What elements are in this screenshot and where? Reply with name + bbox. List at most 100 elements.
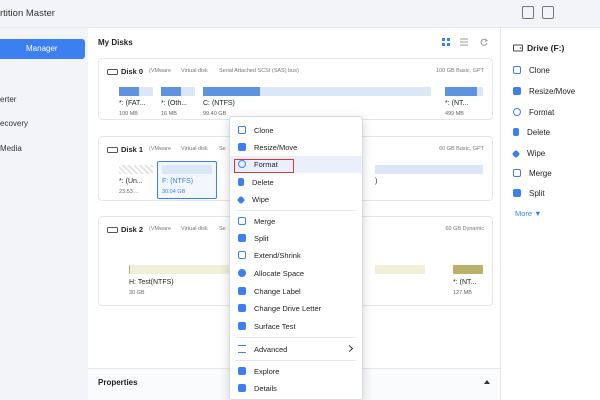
action-wipe[interactable]: Wipe xyxy=(511,149,545,159)
menu-item-label: Surface Test xyxy=(254,322,296,331)
format-highlight-box xyxy=(234,159,294,173)
refresh-icon[interactable] xyxy=(480,38,488,46)
partition-name: C: (NTFS) xyxy=(203,100,235,107)
sidebar-item-recovery[interactable]: ecovery xyxy=(0,119,28,128)
hard-disk-icon xyxy=(107,147,118,153)
partition-name: *: (Un... xyxy=(119,178,143,185)
menu-item-label: Change Drive Letter xyxy=(254,304,322,313)
feedback-icon[interactable] xyxy=(522,6,534,19)
action-resize-move[interactable]: Resize/Move xyxy=(513,87,575,96)
letter-icon xyxy=(238,304,246,312)
action-label: Merge xyxy=(529,169,552,178)
partition-bar[interactable] xyxy=(119,87,153,96)
menu-item-split[interactable]: Split xyxy=(230,230,362,247)
hard-disk-icon xyxy=(107,69,118,75)
menu-item-change-drive-letter[interactable]: Change Drive Letter xyxy=(230,300,362,317)
partition-size: 23.53 ... xyxy=(119,189,139,195)
partition-size: 100 MB xyxy=(119,111,138,117)
disk-size: 100 GB Basic, GPT xyxy=(436,68,484,74)
action-format[interactable]: Format xyxy=(513,108,554,117)
disk-size: 60 GB Dynamic xyxy=(445,226,484,232)
partition-name: *: (NT... xyxy=(445,100,469,107)
clone-icon xyxy=(513,66,521,74)
action-clone[interactable]: Clone xyxy=(513,66,550,75)
menu-item-explore[interactable]: Explore xyxy=(230,363,362,380)
menu-item-label: Clone xyxy=(254,126,274,135)
unallocated-partition-bar[interactable] xyxy=(119,165,153,174)
menu-item-extend-shrink[interactable]: Extend/Shrink xyxy=(230,247,362,264)
menu-item-label: Details xyxy=(254,384,277,393)
window-icon[interactable] xyxy=(542,6,554,19)
partition-bar[interactable] xyxy=(445,87,483,96)
clone-icon xyxy=(238,126,246,134)
partition-name: F: (NTFS) xyxy=(162,178,194,185)
menu-item-change-label[interactable]: Change Label xyxy=(230,283,362,300)
menu-item-resize-move[interactable]: Resize/Move xyxy=(230,139,362,156)
menu-item-label: Merge xyxy=(254,217,276,226)
disk-card-0[interactable]: Disk 0 (VMware Virtual disk Serial Attac… xyxy=(98,58,493,120)
menu-item-label: Advanced xyxy=(254,345,288,354)
menu-item-surface-test[interactable]: Surface Test xyxy=(230,318,362,335)
disk-bus: Se xyxy=(219,226,226,232)
format-icon xyxy=(513,108,521,116)
partition-bar[interactable] xyxy=(203,87,431,96)
partition-bar[interactable] xyxy=(375,265,425,274)
action-label: Format xyxy=(529,108,555,117)
action-merge[interactable]: Merge xyxy=(513,169,552,178)
partition-name: H: Test(NTFS) xyxy=(129,279,174,286)
action-label: Clone xyxy=(529,66,550,75)
sliders-icon xyxy=(238,345,246,353)
menu-item-label: Split xyxy=(254,234,269,243)
action-delete[interactable]: Delete xyxy=(513,128,550,137)
disk-size: 60 GB Basic, GPT xyxy=(439,146,484,152)
trash-icon xyxy=(513,128,519,136)
partition-bar[interactable] xyxy=(129,265,229,274)
menu-item-details[interactable]: Details xyxy=(230,380,362,397)
menu-separator xyxy=(236,210,356,211)
selected-partition[interactable]: F: (NTFS) 30.04 GB xyxy=(157,161,217,199)
partition-size: 30.04 GB xyxy=(162,189,186,195)
menu-item-merge[interactable]: Merge xyxy=(230,213,362,230)
partition-size: 127 MB xyxy=(453,290,472,296)
sidebar-item-manager[interactable]: Manager xyxy=(0,39,85,59)
menu-item-label: Wipe xyxy=(252,195,270,204)
menu-item-label: Delete xyxy=(252,178,274,187)
menu-item-wipe[interactable]: Wipe xyxy=(230,191,362,208)
partition-size: 30 GB xyxy=(129,290,145,296)
menu-item-allocate-space[interactable]: Allocate Space xyxy=(230,265,362,282)
partition-bar xyxy=(162,165,212,174)
sidebar: Manager erter ecovery Media xyxy=(0,28,88,400)
partition-bar[interactable] xyxy=(453,265,483,274)
properties-title: Properties xyxy=(98,378,138,387)
disk-name: Disk 2 xyxy=(121,225,144,234)
partition-size: 16 MB xyxy=(161,111,177,117)
menu-item-label: Extend/Shrink xyxy=(254,251,301,260)
disk-kind: Virtual disk xyxy=(181,68,208,74)
partition-size: 499 MB xyxy=(445,111,464,117)
disk-kind: Virtual disk xyxy=(181,226,208,232)
menu-item-delete[interactable]: Delete xyxy=(230,174,362,191)
sidebar-item-media[interactable]: Media xyxy=(0,144,22,153)
partition-bar[interactable] xyxy=(375,165,483,174)
menu-item-advanced[interactable]: Advanced xyxy=(230,341,362,358)
partition-bar[interactable] xyxy=(161,87,195,96)
disk-bus: Se xyxy=(219,146,226,152)
split-icon xyxy=(513,189,521,197)
partition-usage-fill xyxy=(161,87,182,96)
action-split[interactable]: Split xyxy=(513,189,545,198)
more-button[interactable]: More ▼ xyxy=(515,209,542,218)
list-view-icon[interactable] xyxy=(460,38,468,46)
menu-item-label: Resize/Move xyxy=(254,143,298,152)
sidebar-item-converter[interactable]: erter xyxy=(0,95,16,104)
app-title: rtition Master xyxy=(0,8,55,19)
menu-separator xyxy=(236,337,356,338)
partition-usage-fill xyxy=(119,87,140,96)
drive-icon xyxy=(513,44,523,52)
test-icon xyxy=(238,322,246,330)
merge-icon xyxy=(513,169,521,177)
partition-size: 99.40 GB xyxy=(203,111,227,117)
split-icon xyxy=(238,234,246,242)
grid-view-icon[interactable] xyxy=(442,38,450,46)
menu-item-clone[interactable]: Clone xyxy=(230,122,362,139)
collapse-caret-icon[interactable] xyxy=(484,380,490,384)
